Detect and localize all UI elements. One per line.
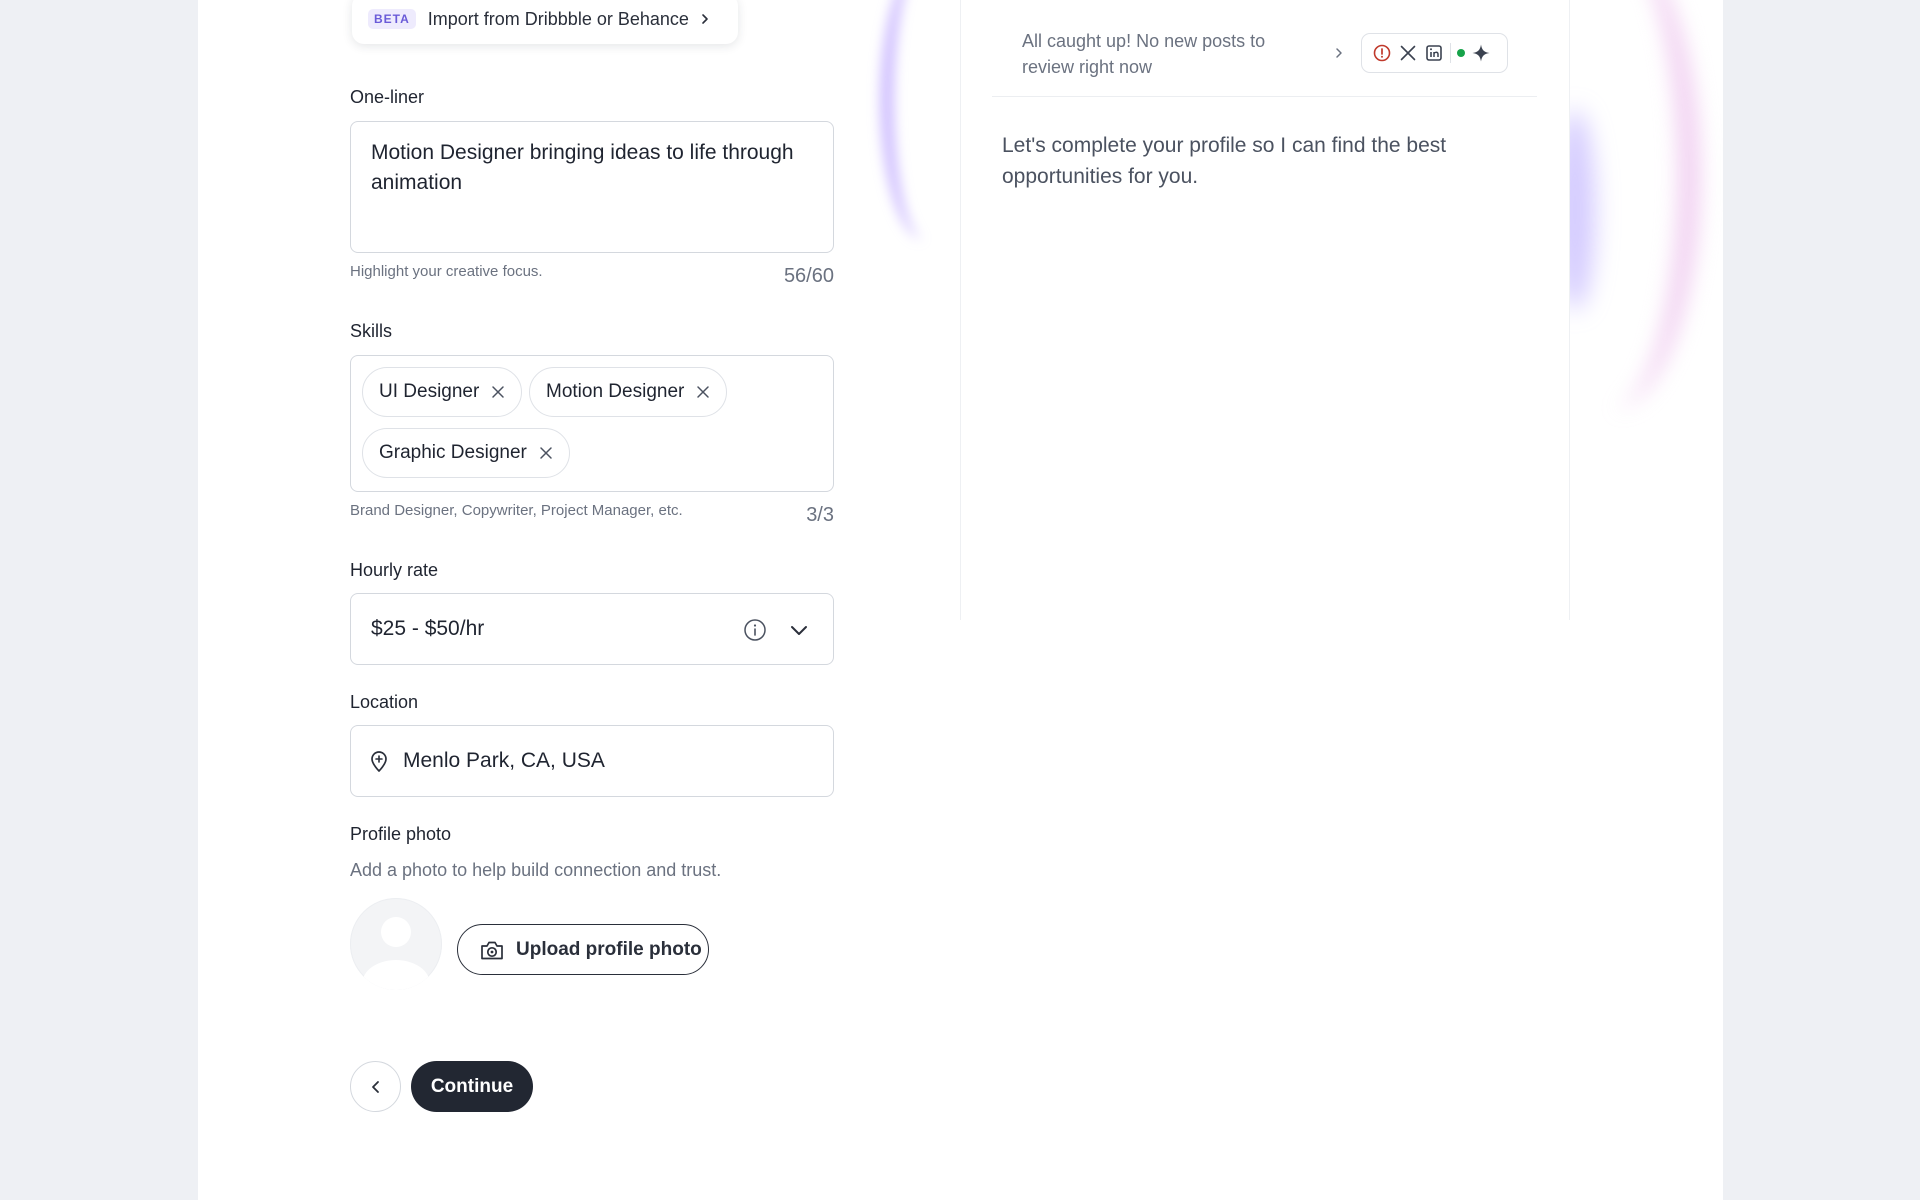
alert-circle-icon (1373, 44, 1391, 62)
one-liner-textarea[interactable]: Motion Designer bringing ideas to life t… (350, 121, 834, 253)
one-liner-label: One-liner (350, 87, 425, 107)
linkedin-icon (1426, 45, 1442, 61)
avatar-placeholder (350, 898, 442, 990)
remove-skill-icon[interactable] (491, 385, 505, 399)
upload-profile-photo-button[interactable]: Upload profile photo (457, 924, 709, 975)
location-value: Menlo Park, CA, USA (403, 749, 605, 772)
info-icon[interactable] (743, 618, 767, 642)
chevron-down-icon (791, 626, 807, 635)
chevron-left-icon (371, 1080, 379, 1093)
skills-label: Skills (350, 321, 393, 341)
sparkle-icon (1472, 44, 1490, 62)
skill-chip: Motion Designer (529, 367, 728, 417)
location-input[interactable]: Menlo Park, CA, USA (350, 725, 834, 797)
hourly-rate-select[interactable]: $25 - $50/hr (350, 593, 834, 665)
assistant-message: Let's complete your profile so I can fin… (1002, 134, 1447, 188)
import-dribbble-behance-button[interactable]: BETA Import from Dribbble or Behance (352, 0, 738, 44)
x-logo-icon (1400, 45, 1416, 61)
profile-photo-label: Profile photo (350, 824, 452, 844)
skill-chip-label: Graphic Designer (379, 442, 527, 463)
one-liner-counter: 56/60 (783, 265, 834, 287)
skill-chip-label: UI Designer (379, 381, 480, 402)
skills-hint: Brand Designer, Copywriter, Project Mana… (350, 502, 683, 519)
camera-icon (481, 941, 503, 959)
skill-chip: UI Designer (362, 367, 523, 417)
back-button[interactable] (350, 1061, 401, 1112)
import-label: Import from Dribbble or Behance (427, 8, 689, 29)
map-pin-icon (371, 751, 387, 772)
remove-skill-icon[interactable] (539, 446, 553, 460)
skills-counter: 3/3 (806, 504, 834, 526)
hourly-rate-label: Hourly rate (350, 560, 439, 580)
remove-skill-icon[interactable] (696, 385, 710, 399)
divider (1450, 43, 1451, 63)
social-accounts-pill[interactable] (1361, 33, 1508, 73)
skill-chip-label: Motion Designer (546, 381, 685, 402)
chevron-right-icon[interactable] (1333, 47, 1345, 59)
upload-button-label: Upload profile photo (516, 938, 702, 960)
feed-status-text[interactable]: All caught up! No new posts to review ri… (1022, 28, 1292, 80)
status-dot (1457, 49, 1465, 57)
beta-badge: BETA (368, 9, 416, 29)
chevron-right-icon (702, 14, 708, 24)
user-silhouette-icon (362, 917, 430, 990)
location-label: Location (350, 692, 419, 712)
one-liner-hint: Highlight your creative focus. (350, 263, 543, 280)
hourly-rate-value: $25 - $50/hr (371, 617, 485, 640)
profile-photo-hint: Add a photo to help build connection and… (350, 860, 722, 880)
skill-chip: Graphic Designer (362, 428, 570, 478)
continue-button[interactable]: Continue (411, 1061, 533, 1112)
